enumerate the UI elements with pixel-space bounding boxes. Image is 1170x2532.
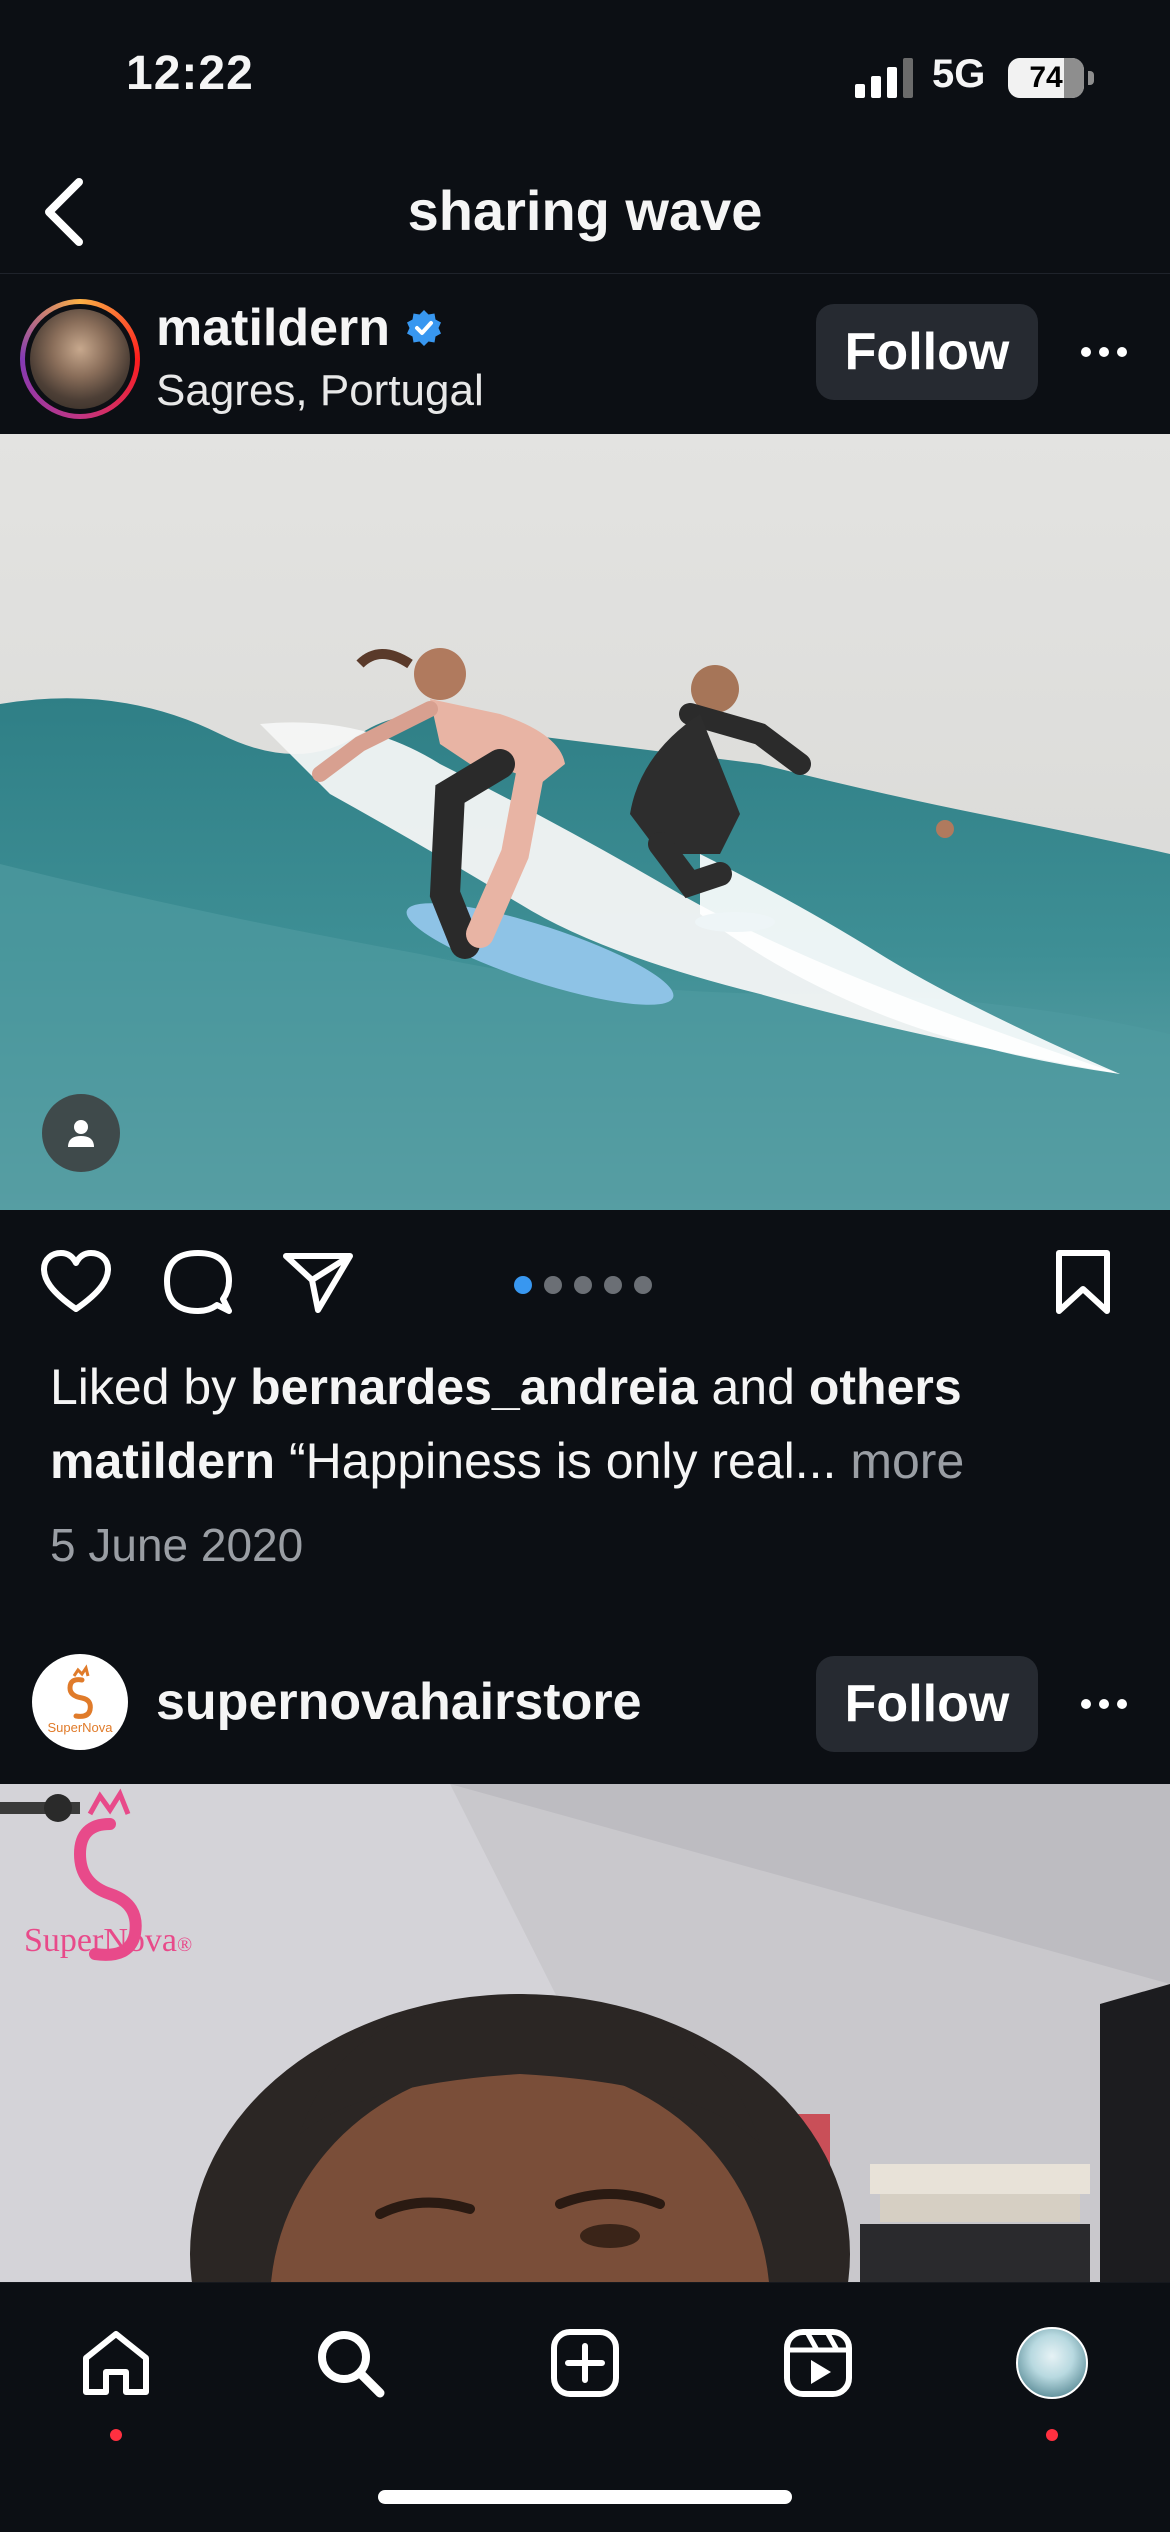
post-username[interactable]: matildern [156,298,390,358]
cellular-signal-icon [855,58,913,98]
avatar[interactable] [20,299,140,419]
watermark-trademark: ® [176,1934,193,1956]
share-button[interactable] [278,1242,358,1322]
svg-text:SuperNova: SuperNova [47,1720,113,1735]
tab-home[interactable] [66,2313,166,2413]
page-header: sharing wave [0,150,1170,274]
comment-button[interactable] [158,1242,238,1322]
battery-icon: 74 [1008,58,1094,98]
post-header: matildern Sagres, Portugal Follow [0,274,1170,434]
more-options-icon[interactable] [1070,322,1138,382]
hairstore-photo [0,1784,1170,2282]
tab-reels[interactable] [768,2313,868,2413]
bookmark-icon [1056,1250,1110,1314]
reels-icon [784,2329,852,2397]
caption-more-link[interactable]: more [850,1433,964,1489]
watermark-text: SuperNova [24,1922,177,1959]
likes-user[interactable]: bernardes_andreia [250,1359,697,1415]
profile-notification-dot [1046,2429,1058,2441]
likes-prefix: Liked by [50,1359,237,1415]
page-title: sharing wave [407,179,763,242]
send-icon [283,1253,353,1313]
heart-icon [41,1250,111,1312]
home-icon [83,2331,149,2395]
profile-avatar [1016,2327,1088,2399]
tab-create[interactable] [535,2313,635,2413]
surf-photo [0,434,1170,1210]
tab-profile[interactable] [1002,2313,1102,2413]
home-notification-dot [110,2429,122,2441]
more-options-icon[interactable] [1070,1674,1138,1734]
home-indicator[interactable] [378,2490,792,2504]
avatar[interactable]: SuperNova [32,1654,128,1750]
post-date: 5 June 2020 [50,1519,304,1571]
likes-and: and [711,1359,795,1415]
post-location[interactable]: Sagres, Portugal [156,366,484,416]
battery-percent: 74 [1029,61,1063,94]
search-icon [318,2331,385,2398]
follow-button[interactable]: Follow [816,1656,1038,1752]
like-button[interactable] [36,1242,116,1322]
post-image[interactable] [0,434,1170,1210]
supernova-logo-icon: SuperNova [47,1664,113,1735]
status-time: 12:22 [126,47,254,100]
save-button[interactable] [1043,1242,1123,1322]
tagged-people-button[interactable] [42,1094,120,1172]
likes-others[interactable]: others [809,1359,962,1415]
post-actions [0,1230,1170,1340]
comment-icon [164,1250,232,1314]
network-type: 5G [932,52,986,96]
caption-username[interactable]: matildern [50,1433,275,1489]
likes-text[interactable]: Liked by bernardes_andreia and others [50,1358,962,1416]
caption-text: “Happiness is only real... [288,1433,837,1489]
post-caption: matildern “Happiness is only real... mor… [50,1432,964,1490]
watermark-logo: SuperNova® [24,1922,192,1960]
verified-badge-icon [407,310,442,346]
post-header-2: SuperNova supernovahairstore Follow [0,1630,1170,1790]
post-image[interactable]: SuperNova® [0,1784,1170,2282]
carousel-indicator [514,1276,652,1294]
post-username[interactable]: supernovahairstore [156,1672,642,1732]
person-icon [68,1120,94,1147]
status-bar: 12:22 5G 74 [0,0,1170,150]
create-icon [551,2329,619,2397]
tab-search[interactable] [300,2313,400,2413]
follow-button[interactable]: Follow [816,304,1038,400]
